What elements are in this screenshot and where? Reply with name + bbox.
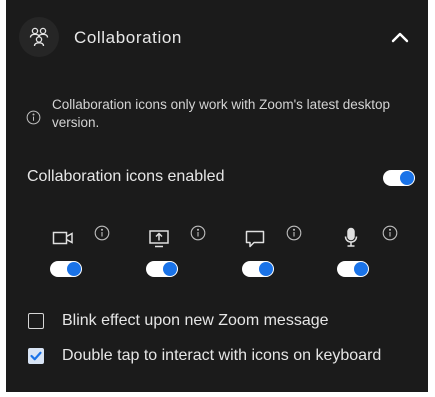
- toggle-knob: [354, 262, 368, 276]
- section-title: Collaboration: [74, 28, 182, 47]
- double-tap-checkbox[interactable]: [28, 348, 44, 364]
- collaboration-panel: Collaboration Collaboration icons only w…: [6, 0, 428, 392]
- checkmark-icon: [30, 351, 42, 361]
- microphone-icon: [344, 227, 358, 247]
- collab-toggle-label: Collaboration icons enabled: [27, 168, 225, 185]
- section-header[interactable]: Collaboration: [6, 0, 428, 78]
- video-camera-icon: [52, 231, 73, 245]
- toggle-knob: [259, 262, 273, 276]
- chat-icon: [245, 230, 265, 248]
- chat-toggle[interactable]: [242, 261, 274, 277]
- toggle-knob: [400, 171, 414, 185]
- info-text: Collaboration icons only work with Zoom'…: [52, 97, 390, 130]
- info-icon[interactable]: [190, 225, 206, 241]
- toggle-knob: [67, 262, 81, 276]
- double-tap-label: Double tap to interact with icons on key…: [62, 347, 382, 364]
- info-icon[interactable]: [286, 225, 302, 241]
- collab-icons-toggle[interactable]: [383, 170, 415, 186]
- info-icon: [26, 110, 41, 125]
- share-screen-toggle[interactable]: [146, 261, 178, 277]
- blink-effect-checkbox[interactable]: [28, 313, 44, 329]
- microphone-toggle[interactable]: [337, 261, 369, 277]
- info-icon[interactable]: [94, 225, 110, 241]
- info-icon[interactable]: [382, 225, 398, 241]
- share-screen-icon: [149, 230, 169, 248]
- chevron-up-icon[interactable]: [389, 26, 411, 48]
- blink-effect-label: Blink effect upon new Zoom message: [62, 312, 329, 329]
- video-toggle[interactable]: [50, 261, 82, 277]
- toggle-knob: [163, 262, 177, 276]
- users-icon: [19, 17, 59, 57]
